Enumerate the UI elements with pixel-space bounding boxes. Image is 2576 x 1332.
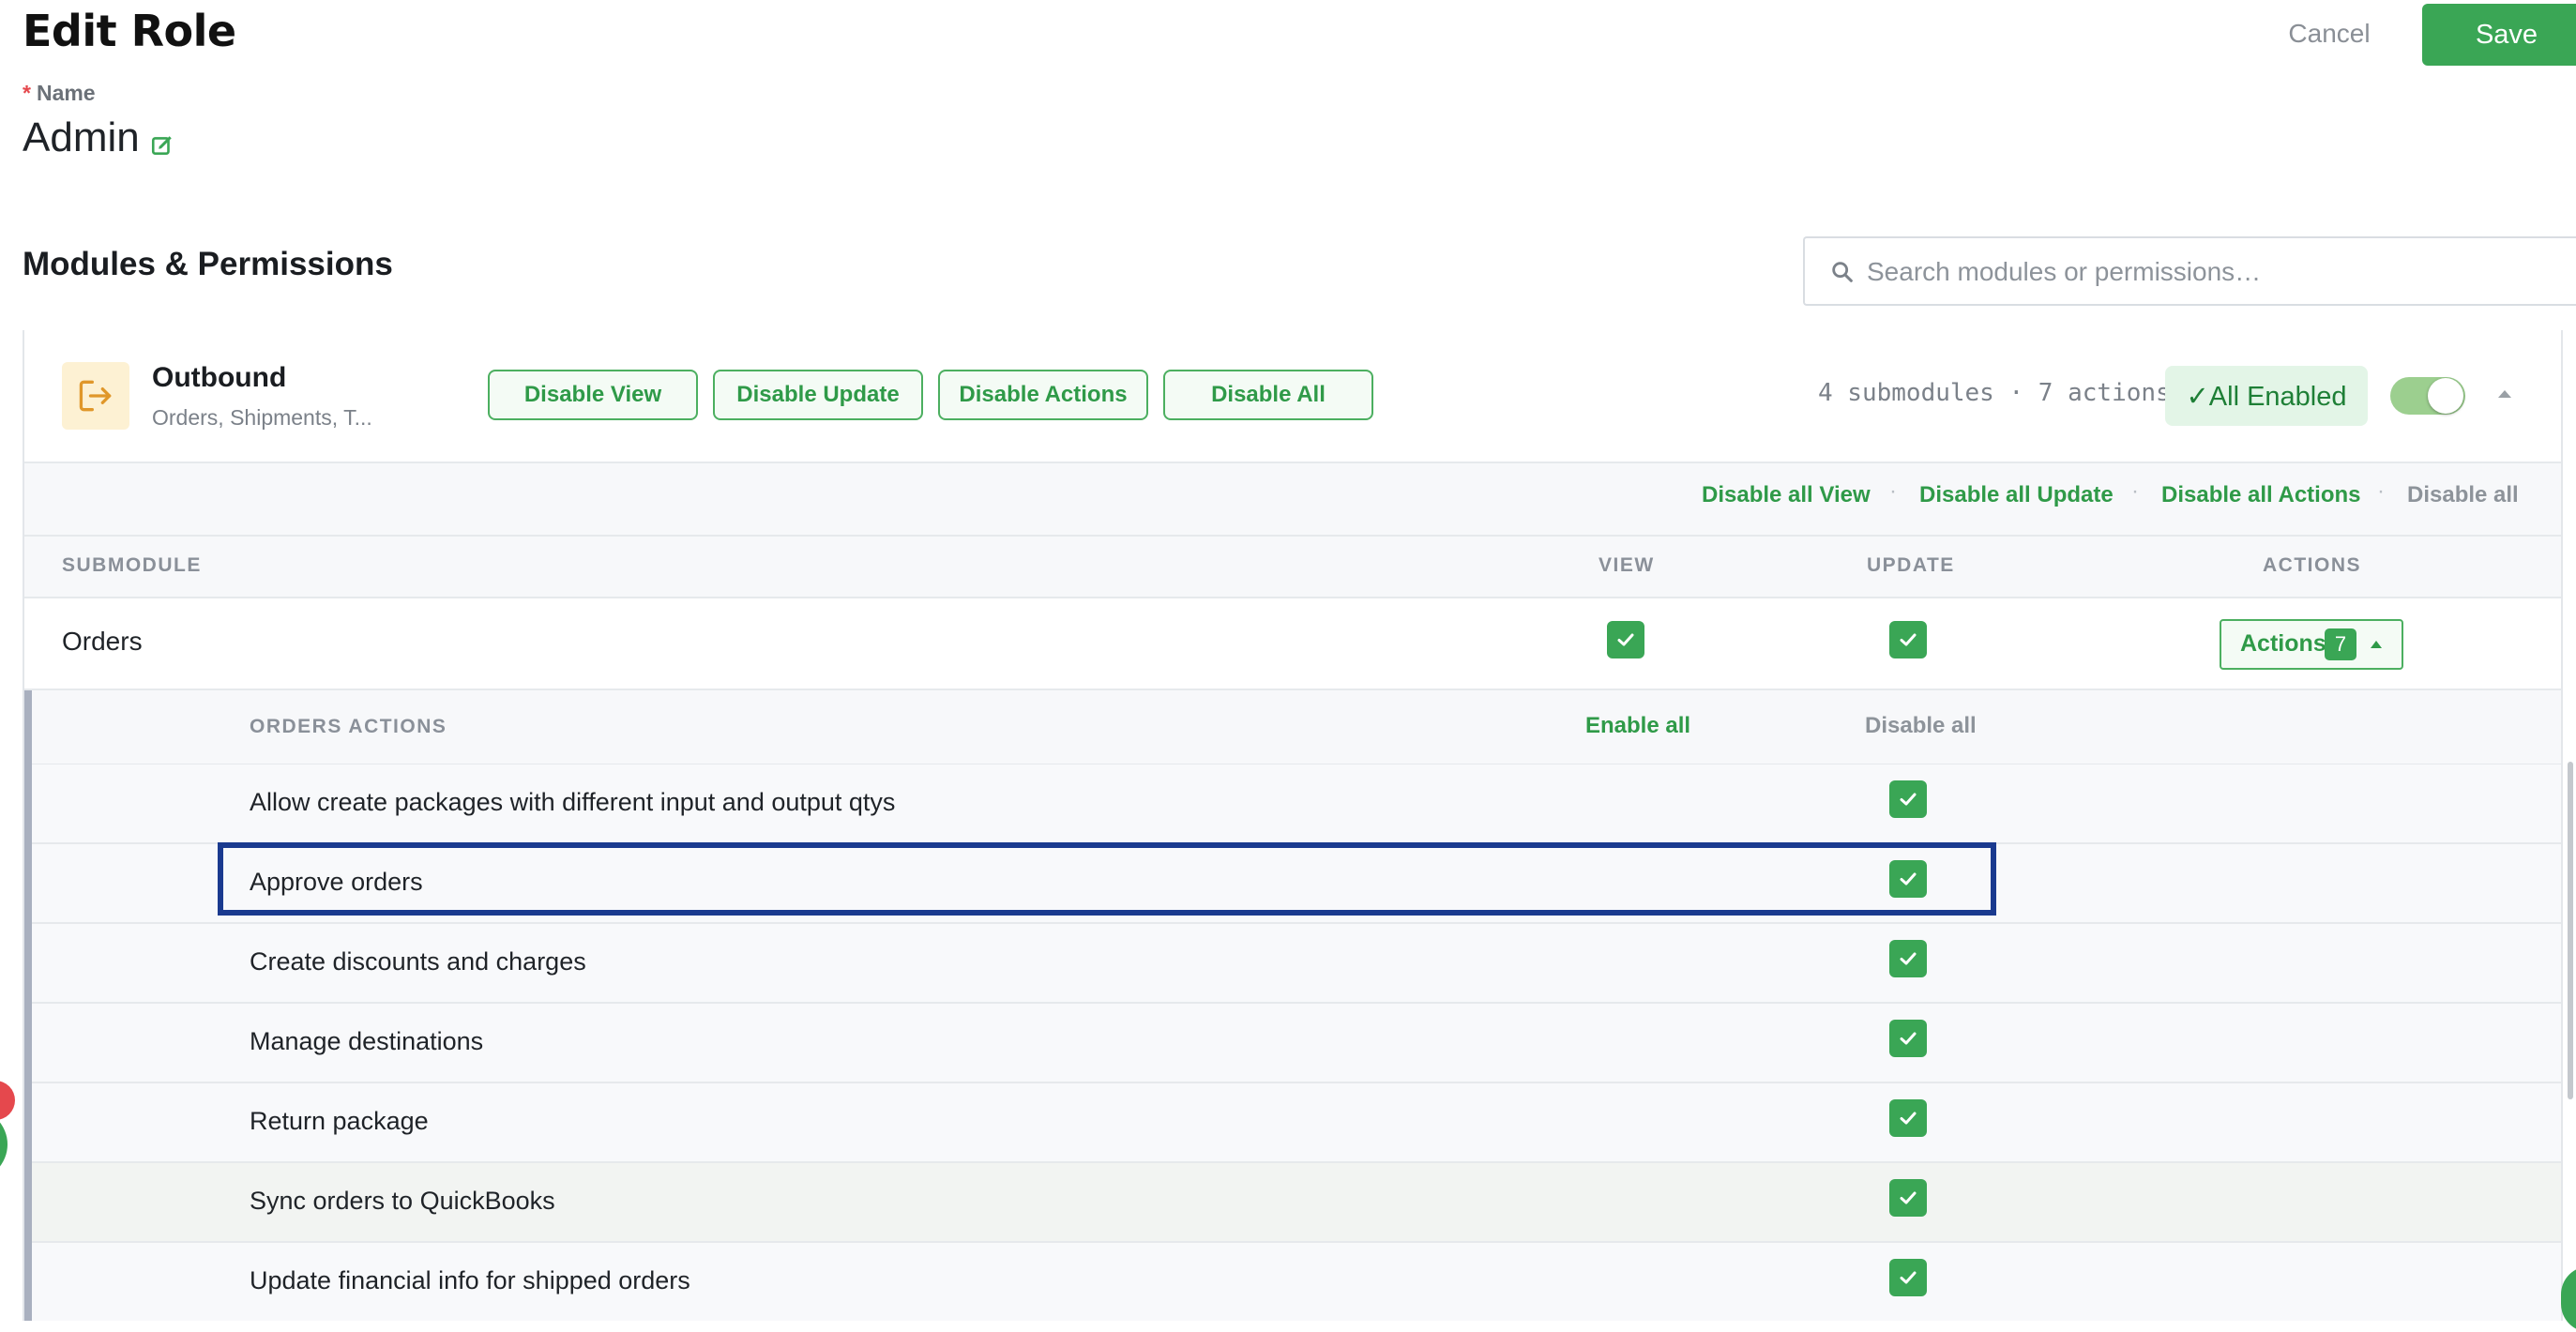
column-header-update: UPDATE [1867,554,1955,576]
search-icon [1832,262,1853,282]
update-checkbox[interactable] [1889,621,1927,658]
highlight-box [218,842,1996,916]
disable-all-button[interactable]: Disable All [1163,370,1373,420]
disable-all-actions-link[interactable]: Disable all Actions [2161,482,2361,508]
action-label: Manage destinations [250,1027,484,1055]
check-icon [1900,633,1917,646]
chevron-up-icon[interactable] [2495,386,2514,401]
column-header-actions: ACTIONS [2263,554,2361,576]
check-icon [1900,793,1917,806]
name-field-label: * Name [23,81,96,106]
action-checkbox[interactable] [1889,940,1927,977]
view-checkbox[interactable] [1607,621,1644,658]
column-header-submodule: SUBMODULE [62,554,202,576]
submodule-name: Orders [62,627,143,656]
action-label: Create discounts and charges [250,947,586,976]
save-button[interactable]: Save [2422,4,2576,66]
check-icon [1900,1032,1917,1045]
disable-update-button[interactable]: Disable Update [713,370,923,420]
search-input[interactable] [1865,246,2563,298]
check-icon [1900,1191,1917,1204]
action-checkbox[interactable] [1889,1259,1927,1296]
action-checkbox[interactable] [1889,1179,1927,1217]
enable-all-link[interactable]: Enable all [1585,713,1690,739]
table-row [24,598,2561,690]
notification-dot [0,1081,15,1120]
check-icon [1900,1112,1917,1125]
actions-button-label: Actions [2240,630,2326,657]
scrollbar-thumb[interactable] [2568,762,2573,1099]
action-checkbox[interactable] [1889,780,1927,818]
module-counts: 4 submodules · 7 actions [1818,379,2171,407]
chat-launcher-button[interactable] [2561,1266,2576,1332]
action-label: Return package [250,1107,429,1135]
required-mark: * [23,81,31,105]
role-name-value: Admin [23,114,140,160]
action-checkbox[interactable] [1889,1099,1927,1137]
floating-action-button[interactable] [0,1109,8,1180]
disable-all-update-link[interactable]: Disable all Update [1919,482,2114,508]
page-title: Edit Role [23,6,236,56]
disable-all-actions-link[interactable]: Disable all [1865,713,1977,739]
cancel-button[interactable]: Cancel [2270,9,2388,58]
disable-all-view-link[interactable]: Disable all View [1702,482,1871,508]
action-label: Sync orders to QuickBooks [250,1187,555,1215]
check-icon [1617,633,1634,646]
check-icon [1900,1271,1917,1284]
table-header [24,537,2561,598]
edit-icon[interactable] [150,133,174,158]
separator: · [2131,478,2139,504]
action-checkbox[interactable] [1889,1020,1927,1057]
check-icon [1900,952,1917,965]
actions-count-badge: 7 [2325,628,2356,660]
toggle-knob [2428,378,2463,414]
disable-view-button[interactable]: Disable View [488,370,698,420]
column-header-view: VIEW [1599,554,1655,576]
name-label-text: Name [36,81,96,105]
section-title: Modules & Permissions [23,246,393,282]
action-label: Allow create packages with different inp… [250,788,896,816]
status-badge: ✓All Enabled [2165,366,2368,426]
separator: · [2377,478,2385,504]
module-subtitle: Orders, Shipments, T... [152,405,372,430]
caret-up-icon [2371,641,2382,648]
separator: · [1889,478,1897,504]
disable-actions-button[interactable]: Disable Actions [938,370,1148,420]
nested-indent-bar [24,690,32,1321]
action-label: Update financial info for shipped orders [250,1266,690,1294]
outbound-icon [62,362,129,430]
module-name: Outbound [152,362,287,393]
disable-all-link[interactable]: Disable all [2407,482,2519,508]
nested-actions-title: ORDERS ACTIONS [250,716,447,737]
